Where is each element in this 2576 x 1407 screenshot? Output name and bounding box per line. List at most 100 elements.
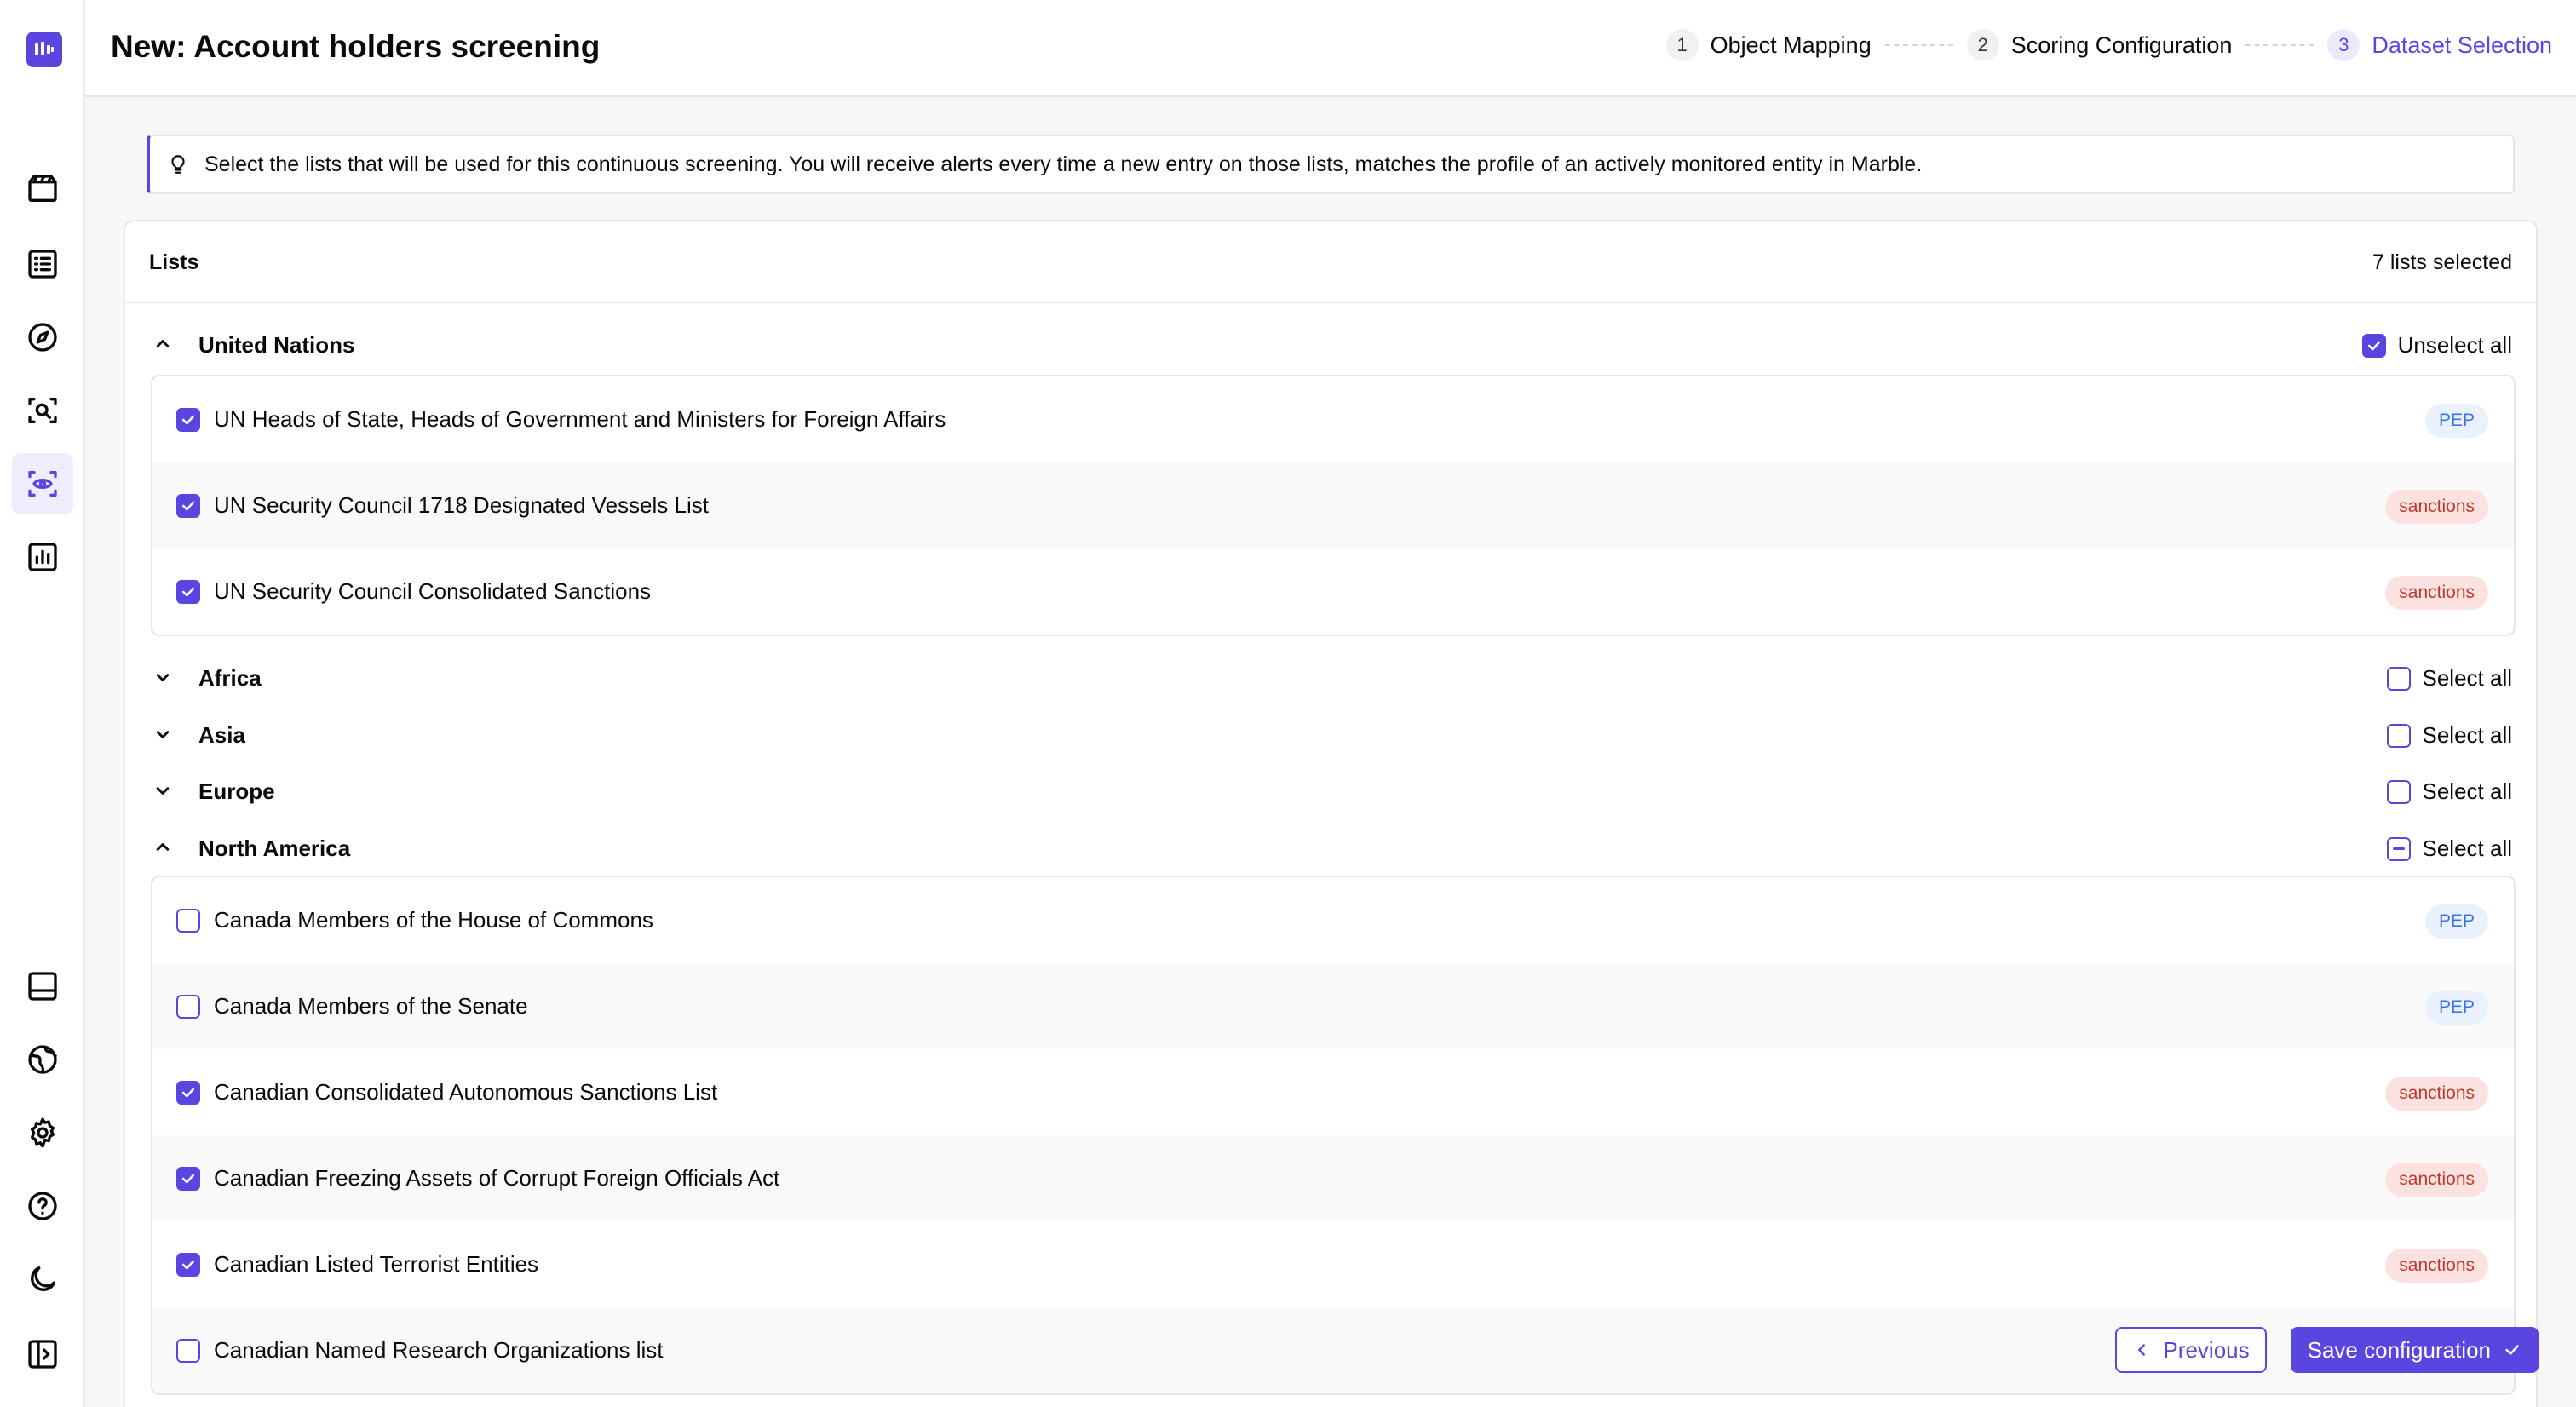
group-asia[interactable]: Asia Select all [125,709,2536,760]
nav-inbox[interactable] [12,956,73,1017]
nav-screening-search[interactable] [12,380,73,441]
chevron-up-icon[interactable] [151,836,175,859]
step-label: Dataset Selection [2372,32,2552,58]
list-item[interactable]: Canada Members of the Senate PEP [152,963,2514,1049]
minus-icon [2392,847,2405,850]
list-item[interactable]: UN Security Council 1718 Designated Vess… [152,462,2514,548]
item-checkbox[interactable] [176,493,200,518]
nav-help[interactable] [12,1175,73,1237]
group-toggle-all[interactable]: Select all [2386,722,2513,749]
chevron-down-icon[interactable] [151,665,175,689]
sidebar-toggle-icon [28,1340,57,1369]
nav-analytics[interactable] [12,526,73,588]
group-north-america[interactable]: North America Select all [125,822,2536,873]
item-checkbox[interactable] [176,1252,200,1277]
save-label: Save configuration [2307,1336,2491,1363]
banner-text: Select the lists that will be used for t… [204,152,1923,176]
nav-explore[interactable] [12,307,73,368]
nav-globe[interactable] [12,1029,73,1090]
item-checkbox[interactable] [176,1166,200,1191]
lightbulb-icon [171,155,185,174]
tag-badge: sanctions [2385,1077,2488,1111]
group-europe[interactable]: Europe Select all [125,765,2536,816]
step-number: 2 [1966,29,1999,61]
group-checkbox[interactable] [2386,723,2411,748]
check-icon [2367,341,2380,350]
compass-icon [28,323,57,352]
scan-eye-icon [28,471,57,497]
nav-continuous-screening[interactable] [12,453,73,514]
tag-badge: PEP [2424,904,2488,939]
group-united-nations[interactable]: United Nations Unselect all [125,319,2536,370]
select-all-label: Select all [2422,778,2513,804]
group-toggle-all[interactable]: Unselect all [2361,332,2512,359]
item-label: UN Heads of State, Heads of Government a… [214,406,946,432]
previous-label: Previous [2163,1336,2250,1363]
nav-settings[interactable] [12,1102,73,1163]
sidebar [0,0,85,1407]
item-checkbox[interactable] [176,908,200,933]
chevron-down-icon[interactable] [151,778,175,802]
group-toggle-all[interactable]: Select all [2386,836,2512,862]
nav-lists[interactable] [12,233,73,295]
step-object-mapping[interactable]: 1 Object Mapping [1665,29,1872,61]
item-label: UN Security Council 1718 Designated Vess… [214,492,709,518]
step-dataset-selection[interactable]: 3 Dataset Selection [2327,29,2552,61]
lists-card: Lists 7 lists selected United Nations Un… [124,220,2538,1407]
marble-logo[interactable] [26,32,62,67]
previous-button[interactable]: Previous [2115,1327,2267,1373]
group-name: United Nations [198,332,355,358]
item-label: UN Security Council Consolidated Sanctio… [214,578,652,604]
gear-icon [31,1117,55,1148]
save-configuration-button[interactable]: Save configuration [2290,1327,2539,1373]
group-name: North America [198,836,351,861]
globe-icon [28,1045,57,1074]
lists-card-header: Lists 7 lists selected [125,221,2536,303]
check-icon [181,1174,195,1183]
item-checkbox[interactable] [176,1338,200,1363]
item-label: Canadian Named Research Organizations li… [214,1337,664,1363]
item-checkbox[interactable] [176,1080,200,1105]
group-name: Asia [198,722,245,748]
check-icon [181,1260,195,1269]
unselect-all-label: Unselect all [2397,332,2512,358]
check-icon [181,415,195,424]
select-all-label: Select all [2422,722,2513,748]
group-africa[interactable]: Africa Select all [125,652,2536,703]
chevron-down-icon[interactable] [151,722,175,746]
selected-count: 7 lists selected [2372,250,2512,274]
list-item[interactable]: Canadian Consolidated Autonomous Sanctio… [152,1049,2514,1135]
list-icon [28,250,57,279]
select-all-label: Select all [2422,665,2513,691]
group-name: Europe [198,778,275,804]
group-checkbox[interactable] [2361,333,2386,358]
step-scoring-configuration[interactable]: 2 Scoring Configuration [1966,29,2233,61]
group-checkbox[interactable] [2386,666,2411,691]
step-number: 1 [1665,29,1699,61]
item-checkbox[interactable] [176,994,200,1019]
item-checkbox[interactable] [176,579,200,604]
tag-badge: sanctions [2385,1249,2488,1283]
list-item[interactable]: Canada Members of the House of Commons P… [152,877,2514,963]
bar-chart-icon [28,543,57,571]
stepper: 1 Object Mapping 2 Scoring Configuration… [1665,29,2552,61]
group-checkbox-partial[interactable] [2386,836,2411,861]
item-checkbox[interactable] [176,407,200,432]
list-box-united-nations: UN Heads of State, Heads of Government a… [151,375,2516,636]
list-item[interactable]: Canadian Listed Terrorist Entities sanct… [152,1221,2514,1307]
group-toggle-all[interactable]: Select all [2386,778,2513,805]
list-item[interactable]: UN Security Council Consolidated Sanctio… [152,548,2514,635]
step-divider [1884,44,1953,46]
nav-collapse-sidebar[interactable] [12,1324,73,1385]
nav-scenarios[interactable] [12,158,73,220]
group-checkbox[interactable] [2386,779,2411,804]
step-label: Scoring Configuration [2010,32,2233,58]
list-item[interactable]: UN Heads of State, Heads of Government a… [152,376,2514,462]
group-toggle-all[interactable]: Select all [2386,665,2513,692]
list-item[interactable]: Canadian Freezing Assets of Corrupt Fore… [152,1135,2514,1221]
tag-badge: PEP [2424,991,2488,1025]
logo-mark-icon [35,42,54,55]
item-label: Canadian Freezing Assets of Corrupt Fore… [214,1165,780,1191]
chevron-up-icon[interactable] [151,332,175,356]
nav-theme[interactable] [12,1249,73,1310]
